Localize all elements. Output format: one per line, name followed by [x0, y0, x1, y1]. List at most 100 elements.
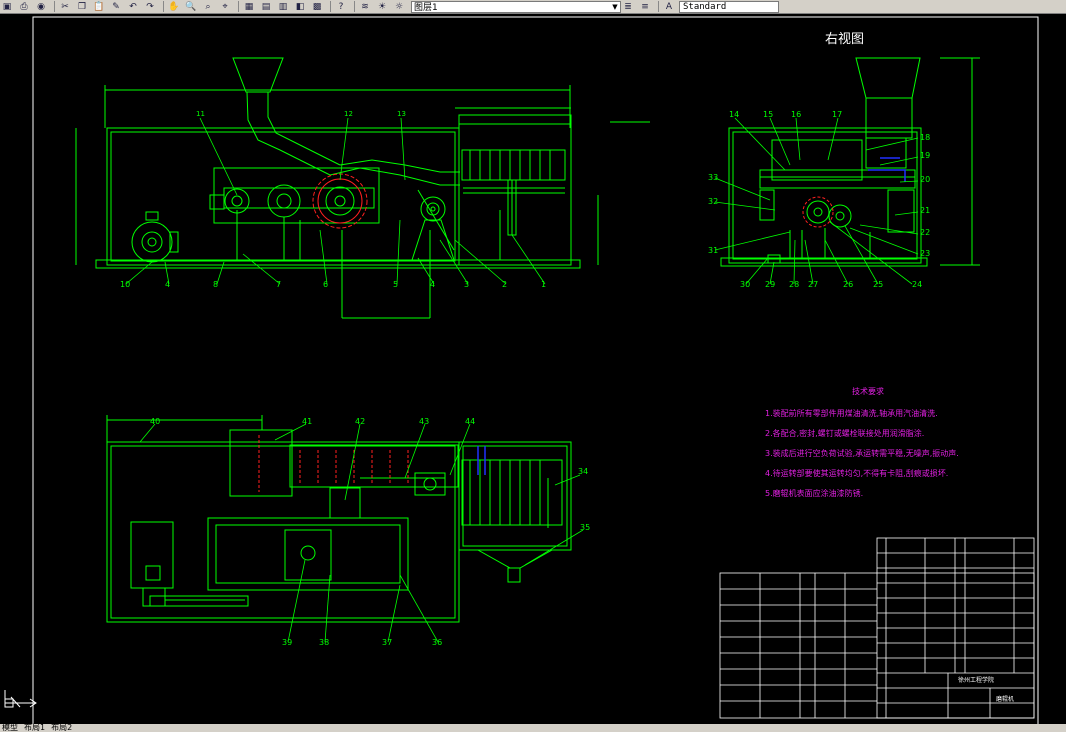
balloon-6: 6 — [323, 280, 329, 289]
balloon-37: 37 — [382, 638, 393, 647]
tab-layout1[interactable]: 布局1 — [24, 724, 45, 732]
pan-icon[interactable]: ✋ — [167, 1, 181, 13]
balloon-33: 33 — [708, 173, 719, 182]
balloon-3: 3 — [464, 280, 470, 289]
layer-freeze-icon[interactable]: ☼ — [392, 1, 406, 13]
balloon-15: 15 — [763, 110, 774, 119]
requirement-item: 2.各配合,密封,螺钉或螺栓联接处用润滑脂涂. — [765, 429, 925, 438]
side-view-blue-part — [868, 157, 906, 182]
top-view-red-part — [258, 435, 409, 492]
balloon-30: 30 — [740, 280, 751, 289]
tab-layout2[interactable]: 布局2 — [51, 724, 72, 732]
balloon-19: 19 — [920, 151, 931, 160]
requirement-item: 4.待运转部要使其运转均匀,不得有卡阻,刮痕或损坏. — [765, 469, 949, 478]
balloon-26: 26 — [843, 280, 854, 289]
balloon-18: 18 — [920, 133, 931, 142]
match-properties-icon[interactable]: ✎ — [109, 1, 123, 13]
balloon-23: 23 — [920, 249, 931, 258]
balloon-24: 24 — [912, 280, 923, 289]
zoom-realtime-icon[interactable]: 🔍 — [184, 1, 198, 13]
balloon-28: 28 — [789, 280, 800, 289]
toolbar-separator — [163, 1, 164, 12]
top-leaders — [139, 423, 584, 643]
balloon-32: 32 — [708, 197, 719, 206]
balloon-1: 1 — [541, 280, 547, 289]
layer-manager-icon[interactable]: ≋ — [358, 1, 372, 13]
balloon-29: 29 — [765, 280, 776, 289]
design-center-icon[interactable]: ▤ — [259, 1, 273, 13]
balloon-16: 16 — [791, 110, 802, 119]
view-title: 右视图 — [825, 32, 865, 47]
balloon-21: 21 — [920, 206, 931, 215]
copy-icon[interactable]: ❐ — [75, 1, 89, 13]
balloon-12: 12 — [344, 110, 353, 118]
tool-palette-icon[interactable]: ▥ — [276, 1, 290, 13]
title-block — [719, 537, 1035, 719]
cut-icon[interactable]: ✂ — [58, 1, 72, 13]
toolbar-separator — [54, 1, 55, 12]
zoom-window-icon[interactable]: ⌕ — [201, 1, 215, 13]
toolbar-separator — [354, 1, 355, 12]
balloon-13: 13 — [397, 110, 406, 118]
top-view — [106, 415, 572, 623]
balloon-11: 11 — [196, 110, 205, 118]
text-style-icon[interactable]: A — [662, 1, 676, 13]
cad-toolbar: ▣ ⎙ ◉ ✂ ❐ 📋 ✎ ↶ ↷ ✋ 🔍 ⌕ ⌖ ▦ ▤ ▥ ◧ ▩ ? ≋ … — [0, 0, 1066, 14]
drawing-frame — [32, 16, 1039, 726]
front-view — [75, 57, 650, 319]
requirements-title: 技术要求 — [852, 387, 884, 396]
balloon-10: 10 — [120, 280, 131, 289]
requirement-item: 5.磨辊机表面应涂油漆防锈. — [765, 489, 864, 498]
balloon-42: 42 — [355, 417, 366, 426]
side-view — [720, 57, 980, 267]
print-icon[interactable]: ⎙ — [17, 1, 31, 13]
balloon-39a: 39 — [282, 638, 293, 647]
text-style-select[interactable]: Standard — [679, 0, 779, 13]
balloon-43: 43 — [419, 417, 430, 426]
balloon-7: 7 — [276, 280, 282, 289]
balloon-5: 5 — [393, 280, 399, 289]
balloon-4b: 4 — [430, 280, 436, 289]
balloon-36: 36 — [432, 638, 443, 647]
drawing-svg — [4, 16, 1039, 726]
layer-on-icon[interactable]: ☀ — [375, 1, 389, 13]
titleblock-name: 磨辊机 — [996, 696, 1015, 703]
layout-tabs: 模型 布局1 布局2 — [0, 724, 1066, 732]
requirement-item: 3.装成后进行空负荷试验,承运转需平稳,无噪声,振动声. — [765, 449, 959, 458]
tab-model[interactable]: 模型 — [2, 724, 18, 732]
balloon-14: 14 — [729, 110, 740, 119]
front-view-red-part — [312, 173, 368, 229]
balloon-44: 44 — [465, 417, 476, 426]
titleblock-school: 徐州工程学院 — [958, 677, 995, 684]
ucs-icon — [4, 690, 37, 708]
make-current-layer-icon[interactable]: ≣ — [621, 1, 635, 13]
balloon-20: 20 — [920, 175, 931, 184]
balloon-4a: 4 — [165, 280, 171, 289]
drawing-canvas[interactable]: 右视图 11 12 13 10 4 8 7 6 5 4 3 2 1 14 15 … — [0, 14, 1066, 726]
balloon-22: 22 — [920, 228, 931, 237]
balloon-17: 17 — [832, 110, 843, 119]
paste-icon[interactable]: 📋 — [92, 1, 106, 13]
balloon-35: 35 — [580, 523, 591, 532]
help-icon[interactable]: ? — [334, 1, 348, 13]
layer-name: 图层1 — [414, 3, 438, 13]
save-icon[interactable]: ▣ — [0, 1, 14, 13]
toolbar-separator — [658, 1, 659, 12]
calculator-icon[interactable]: ▩ — [310, 1, 324, 13]
preview-icon[interactable]: ◉ — [34, 1, 48, 13]
markup-icon[interactable]: ◧ — [293, 1, 307, 13]
properties-icon[interactable]: ▦ — [242, 1, 256, 13]
toolbar-separator — [330, 1, 331, 12]
layer-previous-icon[interactable]: ≡ — [638, 1, 652, 13]
balloon-8: 8 — [213, 280, 219, 289]
balloon-40: 40 — [150, 417, 161, 426]
balloon-31: 31 — [708, 246, 719, 255]
balloon-27: 27 — [808, 280, 819, 289]
undo-icon[interactable]: ↶ — [126, 1, 140, 13]
redo-icon[interactable]: ↷ — [143, 1, 157, 13]
balloon-34: 34 — [578, 467, 589, 476]
layer-select[interactable]: 图层1 ▼ — [411, 0, 621, 13]
zoom-previous-icon[interactable]: ⌖ — [218, 1, 232, 13]
balloon-25: 25 — [873, 280, 884, 289]
chevron-down-icon[interactable]: ▼ — [610, 3, 620, 11]
